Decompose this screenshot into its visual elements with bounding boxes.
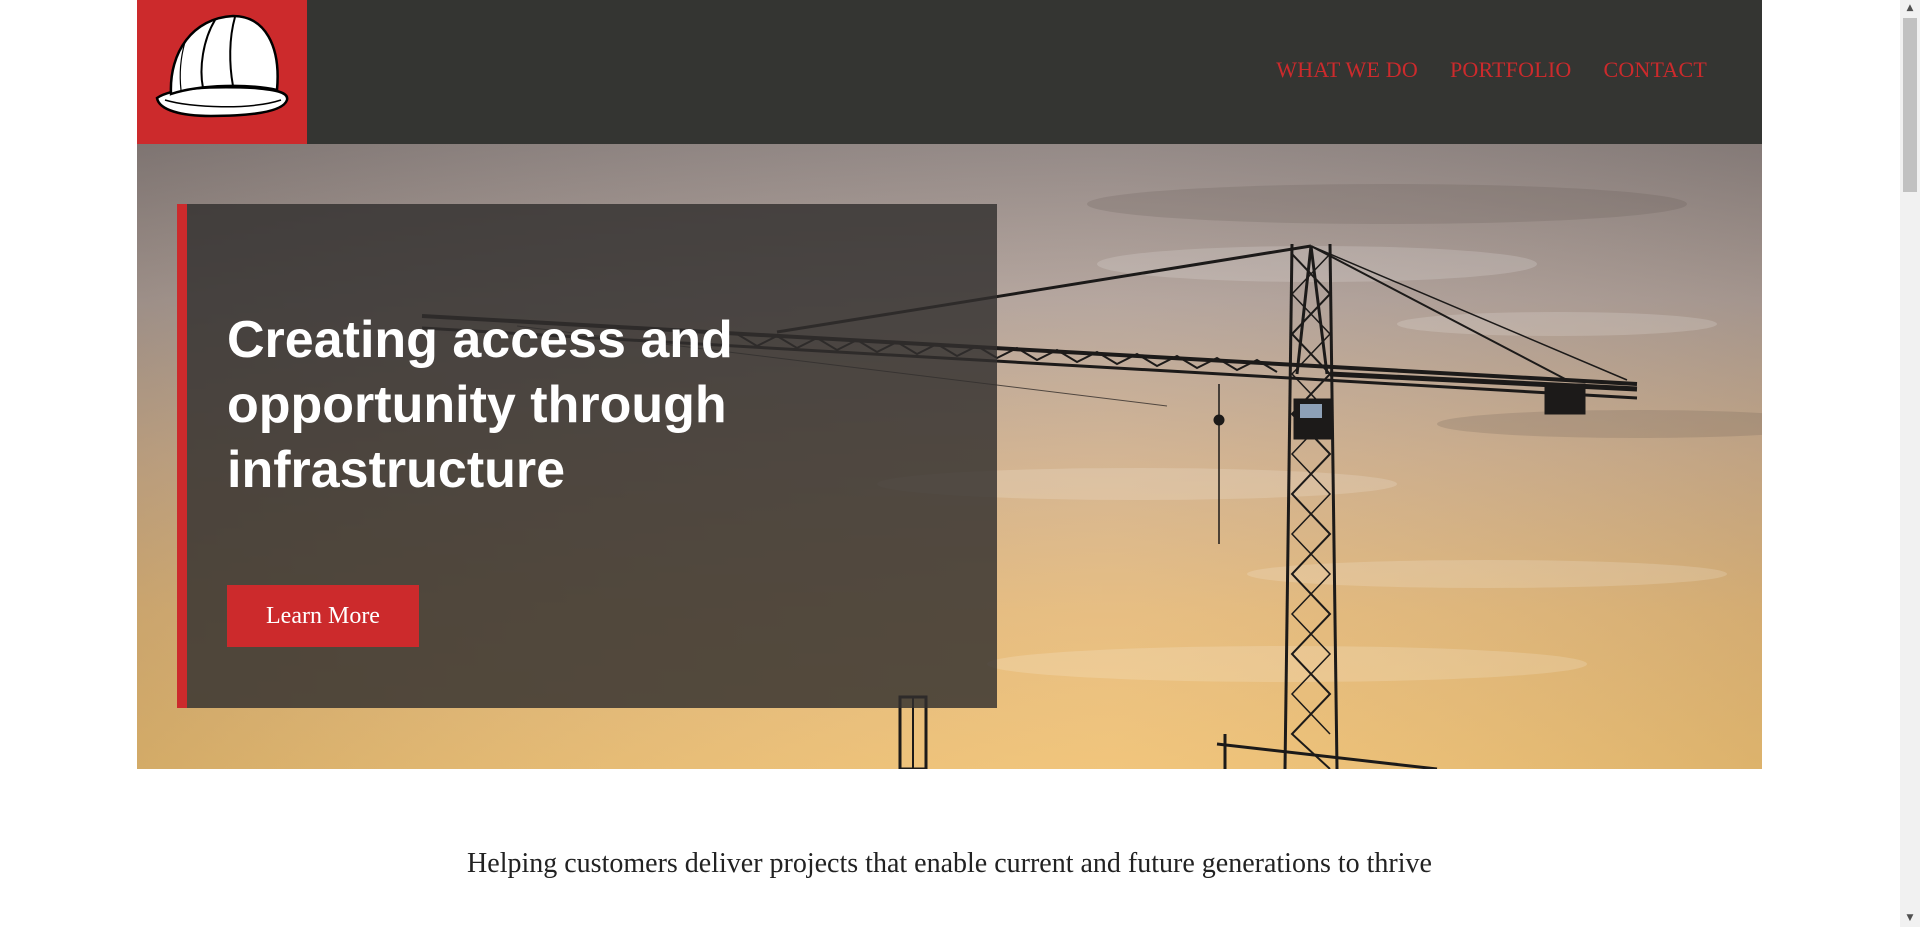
nav-link-what-we-do[interactable]: WHAT WE DO (1276, 57, 1418, 83)
nav-link-contact[interactable]: CONTACT (1603, 57, 1707, 83)
hero-panel: Creating access and opportunity through … (177, 204, 997, 708)
hero-title: Creating access and opportunity through … (227, 311, 733, 499)
scrollbar[interactable]: ▲ ▼ (1900, 0, 1920, 927)
page: WHAT WE DO PORTFOLIO CONTACT Creating ac… (0, 0, 1920, 927)
scroll-thumb[interactable] (1903, 18, 1917, 192)
hard-hat-icon (155, 14, 289, 118)
site-header: WHAT WE DO PORTFOLIO CONTACT (137, 0, 1762, 144)
scroll-down-arrow-icon[interactable]: ▼ (1900, 910, 1920, 927)
learn-more-button[interactable]: Learn More (227, 585, 419, 647)
main-nav: WHAT WE DO PORTFOLIO CONTACT (1276, 57, 1707, 83)
tagline: Helping customers deliver projects that … (467, 848, 1432, 879)
nav-link-portfolio[interactable]: PORTFOLIO (1450, 57, 1572, 83)
scroll-up-arrow-icon[interactable]: ▲ (1900, 0, 1920, 17)
hero-section: Creating access and opportunity through … (137, 144, 1762, 769)
logo[interactable] (137, 0, 307, 144)
